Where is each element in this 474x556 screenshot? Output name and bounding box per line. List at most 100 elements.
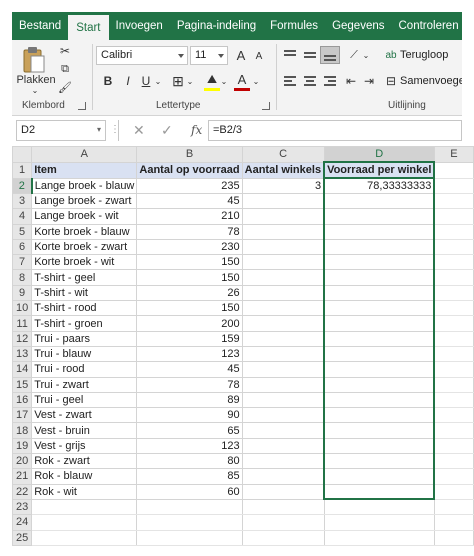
- header-cell[interactable]: Aantal winkels: [241, 161, 325, 179]
- tab-gegevens[interactable]: Gegevens: [325, 12, 391, 40]
- name-box[interactable]: D2 ▾: [16, 120, 106, 141]
- row-header[interactable]: 4: [11, 208, 33, 225]
- stock-cell[interactable]: 230: [136, 238, 243, 256]
- wrap-text-icon[interactable]: ab: [384, 48, 398, 62]
- empty-cell[interactable]: [434, 377, 474, 393]
- empty-cell[interactable]: [434, 407, 474, 424]
- per-store-cell[interactable]: [323, 330, 436, 347]
- empty-cell[interactable]: [434, 499, 474, 516]
- tab-start[interactable]: Start: [68, 15, 109, 40]
- empty-cell[interactable]: [434, 484, 474, 500]
- stock-cell[interactable]: 123: [136, 437, 243, 455]
- stock-cell[interactable]: 150: [136, 300, 243, 317]
- row-header[interactable]: 12: [11, 330, 33, 347]
- per-store-cell[interactable]: [323, 376, 436, 393]
- item-cell[interactable]: Vest - zwart: [31, 407, 138, 424]
- stores-cell[interactable]: [241, 407, 325, 424]
- item-cell[interactable]: Korte broek - wit: [31, 254, 138, 271]
- font-launcher-icon[interactable]: [262, 102, 270, 110]
- row-header[interactable]: 21: [11, 468, 33, 485]
- column-header-b[interactable]: B: [136, 146, 243, 163]
- item-cell[interactable]: Lange broek - wit: [31, 208, 138, 225]
- empty-cell[interactable]: [324, 514, 435, 531]
- stock-cell[interactable]: 45: [136, 361, 243, 378]
- row-header[interactable]: 13: [11, 345, 33, 363]
- item-cell[interactable]: Lange broek - zwart: [31, 192, 138, 210]
- row-header[interactable]: 3: [11, 192, 33, 210]
- row-header[interactable]: 15: [11, 376, 33, 393]
- empty-cell[interactable]: [434, 392, 474, 409]
- row-header[interactable]: 19: [11, 437, 33, 455]
- empty-cell[interactable]: [434, 438, 474, 455]
- tab-bestand[interactable]: Bestand: [12, 12, 68, 40]
- tab-pagina-indeling[interactable]: Pagina-indeling: [170, 12, 263, 40]
- wrap-text-button[interactable]: Terugloop: [400, 49, 448, 61]
- row-header[interactable]: 23: [11, 498, 33, 516]
- empty-cell[interactable]: [31, 499, 138, 516]
- empty-cell[interactable]: [242, 499, 325, 516]
- empty-cell[interactable]: [434, 178, 474, 194]
- empty-cell[interactable]: [434, 514, 474, 531]
- per-store-cell[interactable]: [323, 391, 436, 409]
- chevron-down-icon[interactable]: ⌄: [154, 76, 162, 86]
- row-header[interactable]: 11: [11, 315, 33, 332]
- stores-cell[interactable]: [241, 391, 325, 409]
- stores-cell[interactable]: [241, 300, 325, 317]
- stock-cell[interactable]: 159: [136, 330, 243, 347]
- confirm-icon[interactable]: ✓: [161, 122, 173, 139]
- empty-cell[interactable]: [434, 162, 474, 179]
- column-header-d[interactable]: D: [323, 146, 435, 163]
- chevron-down-icon[interactable]: ⌄: [220, 76, 228, 86]
- per-store-cell[interactable]: [323, 284, 436, 302]
- empty-cell[interactable]: [136, 499, 243, 516]
- item-cell[interactable]: T-shirt - groen: [31, 315, 138, 332]
- item-cell[interactable]: Korte broek - blauw: [31, 223, 138, 240]
- empty-cell[interactable]: [324, 530, 435, 546]
- per-store-cell[interactable]: [323, 315, 436, 332]
- column-header-c[interactable]: C: [241, 146, 325, 163]
- row-header[interactable]: 9: [11, 284, 33, 302]
- clipboard-launcher-icon[interactable]: [78, 102, 86, 110]
- empty-cell[interactable]: [434, 254, 474, 271]
- stores-cell[interactable]: [241, 422, 325, 439]
- grow-font-button[interactable]: A: [234, 46, 248, 64]
- empty-cell[interactable]: [434, 453, 474, 470]
- stores-cell[interactable]: [241, 269, 325, 286]
- paste-button[interactable]: Plakken: [16, 74, 55, 86]
- merge-icon[interactable]: ⊟: [384, 74, 398, 88]
- align-right-icon[interactable]: [322, 74, 338, 88]
- align-bottom-icon[interactable]: [320, 46, 340, 64]
- chevron-down-icon[interactable]: ⌄: [252, 76, 260, 86]
- tab-invoegen[interactable]: Invoegen: [109, 12, 170, 40]
- empty-cell[interactable]: [434, 530, 474, 546]
- align-center-icon[interactable]: [302, 74, 318, 88]
- per-store-cell[interactable]: [323, 269, 436, 286]
- tab-formules[interactable]: Formules: [263, 12, 325, 40]
- empty-cell[interactable]: [434, 346, 474, 363]
- stock-cell[interactable]: 85: [136, 468, 243, 485]
- stock-cell[interactable]: 78: [136, 376, 243, 393]
- empty-cell[interactable]: [324, 499, 435, 516]
- stock-cell[interactable]: 90: [136, 407, 243, 424]
- stores-cell[interactable]: [241, 330, 325, 347]
- item-cell[interactable]: Trui - zwart: [31, 376, 138, 393]
- item-cell[interactable]: Trui - blauw: [31, 345, 138, 363]
- empty-cell[interactable]: [434, 315, 474, 332]
- stock-cell[interactable]: 235: [136, 177, 243, 194]
- stores-cell[interactable]: [241, 192, 325, 210]
- per-store-cell[interactable]: [323, 238, 436, 256]
- per-store-cell[interactable]: [323, 361, 436, 378]
- formula-input[interactable]: =B2/3: [208, 120, 462, 141]
- stock-cell[interactable]: 80: [136, 453, 243, 470]
- paste-icon[interactable]: [22, 46, 46, 74]
- stores-cell[interactable]: [241, 284, 325, 302]
- stock-cell[interactable]: 45: [136, 192, 243, 210]
- increase-indent-icon[interactable]: ⇥: [362, 72, 376, 90]
- per-store-cell[interactable]: [323, 407, 436, 424]
- font-size-select[interactable]: 11: [190, 46, 228, 65]
- row-header[interactable]: 7: [11, 254, 33, 271]
- stores-cell[interactable]: [241, 361, 325, 378]
- empty-cell[interactable]: [434, 285, 474, 302]
- row-header[interactable]: 17: [11, 407, 33, 424]
- per-store-cell[interactable]: [323, 300, 436, 317]
